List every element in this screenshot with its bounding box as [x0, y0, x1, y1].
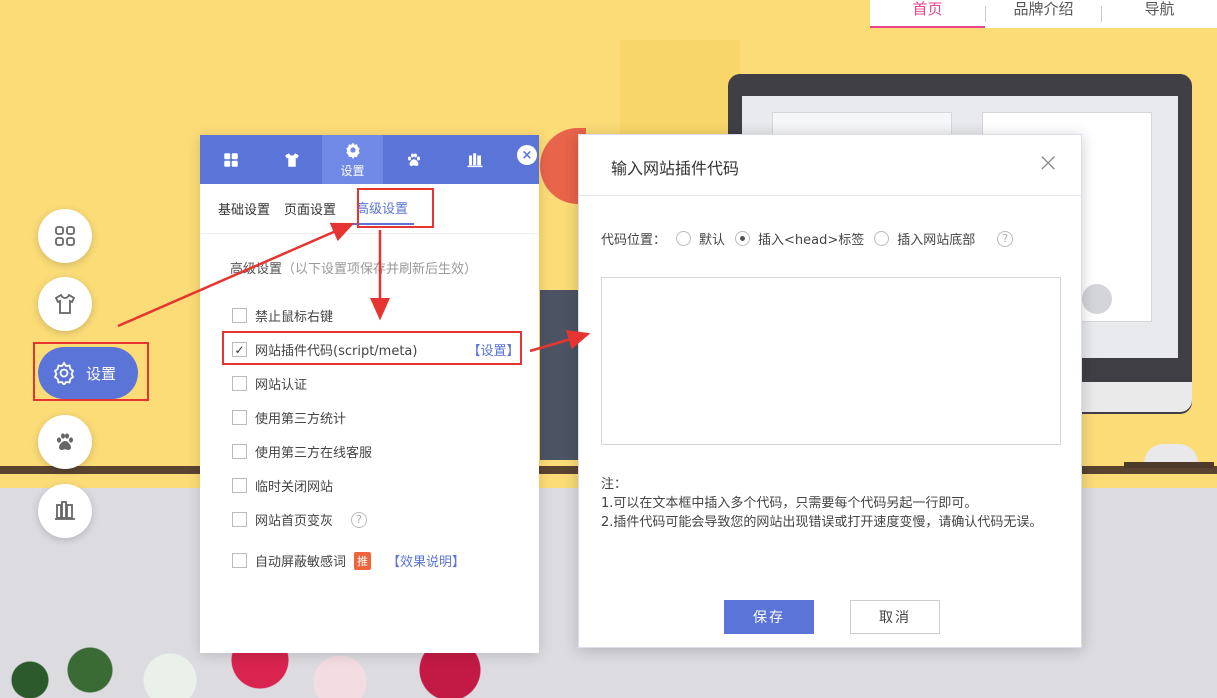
radio-label: 默认 — [699, 233, 726, 248]
panel-tab-layout[interactable] — [200, 135, 261, 184]
panel-tab-settings-label: 设置 — [340, 163, 365, 178]
option-close-site: 临时关闭网站 — [232, 476, 333, 495]
top-nav: 首页 品牌介绍 导航 — [870, 0, 1217, 28]
option-label: 使用第三方在线客服 — [255, 446, 373, 461]
notes-title: 注： — [601, 477, 628, 492]
books-icon — [55, 501, 75, 520]
section-note: （以下设置项保存并刷新后生效） — [282, 262, 478, 277]
nav-item-brand[interactable]: 品牌介绍 — [986, 0, 1101, 28]
option-disable-right-click: 禁止鼠标右键 — [232, 306, 333, 325]
panel-tab-settings[interactable]: 设置 — [322, 135, 383, 184]
checkbox[interactable] — [232, 553, 247, 568]
shirt-icon — [284, 152, 299, 167]
radio-label: 插入<head>标签 — [758, 233, 865, 248]
annotation-highlight — [357, 188, 434, 228]
dock-pets-button[interactable] — [38, 415, 92, 469]
background-laptop — [540, 290, 580, 460]
dock-library-button[interactable] — [38, 484, 92, 538]
dialog-notes: 注： 1.可以在文本框中插入多个代码，只需要每个代码另起一行即可。 2.插件代码… — [601, 475, 1061, 532]
dock-theme-button[interactable] — [38, 277, 92, 331]
gear-icon — [345, 142, 360, 159]
dock-layout-button[interactable] — [38, 209, 92, 263]
subtab-basic[interactable]: 基础设置 — [218, 193, 270, 224]
background-decoration — [1124, 462, 1214, 468]
dialog-title: 输入网站插件代码 — [611, 159, 740, 178]
option-grayscale-home: 网站首页变灰 ? — [232, 510, 368, 529]
panel-close-button[interactable]: × — [517, 145, 537, 165]
plugin-code-dialog: 输入网站插件代码 × 代码位置： 默认 插入<head>标签 插入网站底部 ? … — [578, 134, 1082, 648]
shirt-icon — [54, 293, 76, 314]
paw-icon — [407, 153, 420, 166]
code-textarea[interactable] — [601, 277, 1061, 445]
radio-default[interactable] — [676, 231, 692, 246]
option-site-verification: 网站认证 — [232, 374, 307, 393]
option-sensitive-words: 自动屏蔽敏感词 推 【效果说明】 — [232, 551, 465, 570]
nav-item-home[interactable]: 首页 — [870, 0, 985, 28]
option-third-party-stats: 使用第三方统计 — [232, 408, 346, 427]
option-label: 自动屏蔽敏感词 — [255, 555, 347, 570]
annotation-highlight — [222, 331, 522, 365]
section-title-text: 高级设置 — [230, 262, 283, 277]
note-line: 1.可以在文本框中插入多个代码，只需要每个代码另起一行即可。 — [601, 496, 978, 511]
checkbox[interactable] — [232, 444, 247, 459]
help-icon[interactable]: ? — [351, 511, 368, 528]
subtab-page[interactable]: 页面设置 — [284, 193, 336, 224]
panel-tab-bar: 设置 × — [200, 135, 539, 184]
radio-label: 插入网站底部 — [897, 233, 976, 248]
grid-icon — [223, 152, 238, 167]
option-label: 禁止鼠标右键 — [255, 310, 334, 325]
books-icon — [467, 152, 482, 167]
option-label: 使用第三方统计 — [255, 412, 347, 427]
panel-tab-theme[interactable] — [261, 135, 322, 184]
help-icon[interactable]: ? — [997, 230, 1014, 247]
grid-icon — [55, 226, 75, 246]
checkbox[interactable] — [232, 376, 247, 391]
recommend-badge: 推 — [354, 551, 372, 570]
checkbox[interactable] — [232, 478, 247, 493]
paw-icon — [57, 433, 73, 450]
code-position-label: 代码位置： — [601, 233, 667, 248]
cancel-button[interactable]: 取消 — [850, 600, 940, 634]
option-label: 网站首页变灰 — [255, 514, 334, 529]
nav-item-navigation[interactable]: 导航 — [1102, 0, 1217, 28]
annotation-highlight — [33, 342, 149, 401]
dialog-close-button[interactable]: × — [1037, 149, 1059, 177]
checkbox[interactable] — [232, 512, 247, 527]
option-label: 临时关闭网站 — [255, 480, 334, 495]
panel-tab-library[interactable] — [444, 135, 505, 184]
save-button[interactable]: 保存 — [724, 600, 814, 634]
divider — [579, 195, 1081, 196]
section-title: 高级设置（以下设置项保存并刷新后生效） — [230, 258, 477, 277]
option-third-party-support: 使用第三方在线客服 — [232, 442, 372, 461]
radio-footer[interactable] — [874, 231, 890, 246]
checkbox[interactable] — [232, 410, 247, 425]
option-label: 网站认证 — [255, 378, 308, 393]
code-position-row: 代码位置： 默认 插入<head>标签 插入网站底部 ? — [601, 229, 1014, 248]
background-decoration — [1082, 284, 1112, 314]
effect-description-link[interactable]: 【效果说明】 — [387, 551, 465, 570]
note-line: 2.插件代码可能会导致您的网站出现错误或打开速度变慢，请确认代码无误。 — [601, 515, 1043, 530]
panel-tab-pets[interactable] — [383, 135, 444, 184]
checkbox[interactable] — [232, 308, 247, 323]
radio-head[interactable] — [735, 231, 751, 246]
